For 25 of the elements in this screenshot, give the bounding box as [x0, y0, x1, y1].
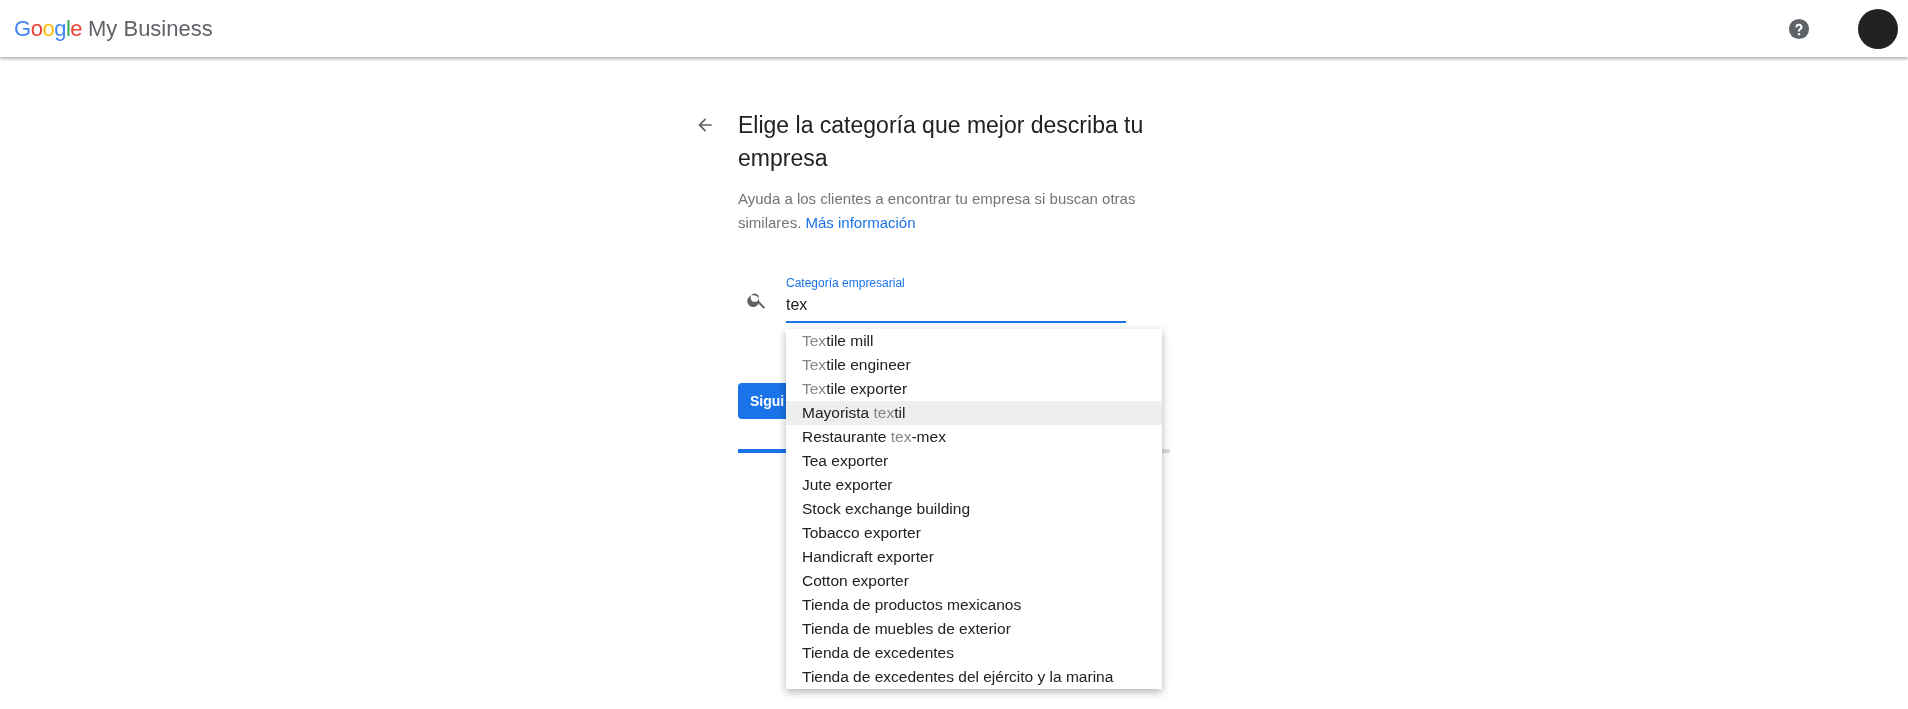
field-label: Categoría empresarial	[786, 275, 906, 291]
description: Ayuda a los clientes a encontrar tu empresa si buscan otras similares. Más información	[738, 189, 1137, 233]
suggestion-item[interactable]: Stock exchange building	[786, 497, 1162, 521]
suggestion-item[interactable]: Tienda de muebles de exterior	[786, 617, 1162, 641]
suggestion-item[interactable]: Textile engineer	[786, 353, 1162, 377]
suggestion-item[interactable]: Tienda de excedentes del ejército y la marina	[786, 665, 1162, 689]
suggestion-item[interactable]: Cotton exporter	[786, 569, 1162, 593]
field-input[interactable]: tex	[786, 295, 1126, 315]
category-field[interactable]: Categoría empresarial tex	[786, 267, 1126, 323]
more-info-link[interactable]: Más información	[805, 214, 916, 231]
suggestion-item[interactable]: Tienda de excedentes	[786, 641, 1162, 665]
suggestion-item[interactable]: Mayorista textil	[786, 401, 1162, 425]
help-icon[interactable]	[1788, 17, 1810, 40]
avatar[interactable]	[1858, 8, 1898, 49]
suggestion-item[interactable]: Jute exporter	[786, 473, 1162, 497]
suggestion-item[interactable]: Tea exporter	[786, 449, 1162, 473]
page-title: Elige la categoría que mejor describa tu empresa	[738, 111, 1145, 173]
suggestion-item[interactable]: Restaurante tex-mex	[786, 425, 1162, 449]
suggestion-item[interactable]: Textile mill	[786, 329, 1162, 353]
google-logo[interactable]: Google	[14, 17, 82, 40]
product-name: My Business	[88, 17, 213, 40]
suggestion-item[interactable]: Tienda de productos mexicanos	[786, 593, 1162, 617]
suggestion-item[interactable]: Tobacco exporter	[786, 521, 1162, 545]
suggestion-item[interactable]: Textile exporter	[786, 377, 1162, 401]
suggestion-item[interactable]: Handicraft exporter	[786, 545, 1162, 569]
